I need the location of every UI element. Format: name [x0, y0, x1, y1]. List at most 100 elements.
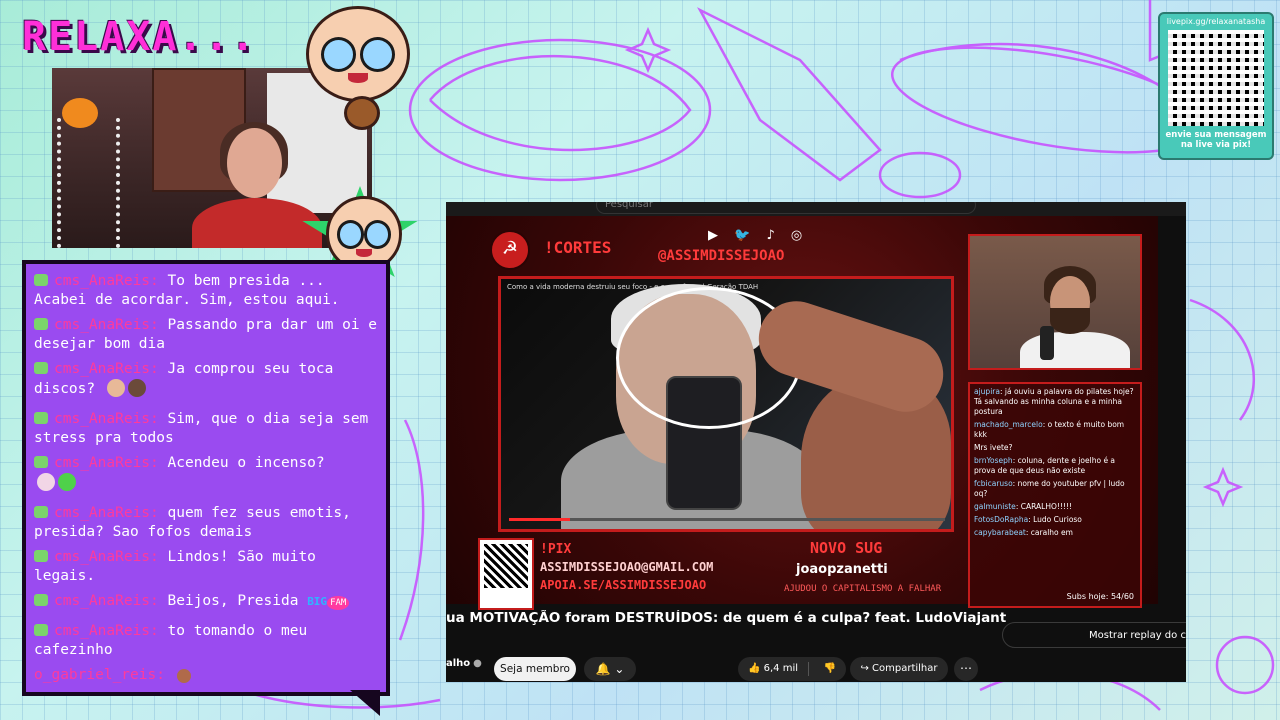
progress-fill	[509, 518, 571, 521]
fam-badge: FAM	[327, 596, 350, 610]
inner-video: Como a vida moderna destruiu seu foco - …	[498, 276, 954, 532]
mascot-bottom-eye-left	[336, 220, 364, 250]
chat-username: cms_AnaReis:	[54, 361, 159, 377]
chat-message: cms_AnaReis: Acendeu o incenso?	[34, 454, 384, 493]
like-count: 6,4 mil	[763, 663, 799, 674]
qr-code-icon	[1168, 30, 1264, 126]
pix-qr-icon	[484, 544, 528, 588]
streamer-shirt	[192, 198, 322, 248]
mascot-eye-right	[360, 36, 396, 72]
chat-text: Beijos, Presida	[167, 593, 299, 609]
mascot-top	[306, 6, 410, 102]
face-emote-icon	[176, 669, 191, 683]
chat-username: cms_AnaReis:	[54, 623, 159, 639]
inner-progress-bar[interactable]	[509, 518, 945, 521]
mini-chat-user: brnYoseph	[974, 456, 1013, 465]
channel-name[interactable]: alho ●	[446, 658, 482, 669]
share-button[interactable]: ↪ Compartilhar	[850, 657, 948, 681]
face-emote-icon	[127, 379, 146, 397]
mini-chat-text: CARALHO!!!!!	[1020, 502, 1072, 511]
show-chat-replay-button[interactable]: Mostrar replay do chat	[1002, 622, 1186, 648]
streamer2-beard	[1050, 308, 1090, 334]
mini-chat-user: capybarabeat	[974, 528, 1026, 537]
microphone	[1040, 326, 1054, 360]
skeleton-decoration	[57, 118, 120, 248]
chat-username: cms_AnaReis:	[54, 317, 159, 333]
chat-username: cms_AnaReis:	[54, 455, 159, 471]
chat-username: cms_AnaReis:	[54, 505, 159, 521]
novo-sug-label: NOVO SUG	[810, 539, 883, 557]
streamer-face	[227, 128, 282, 198]
frog-badge-icon	[34, 412, 48, 424]
frog-badge-icon	[34, 274, 48, 286]
like-button[interactable]: 👍 6,4 mil	[748, 657, 804, 681]
streamer2-webcam	[968, 234, 1142, 370]
mini-chat-line: FotosDoRapha: Ludo Curioso	[974, 515, 1082, 524]
more-options-button[interactable]: ⋯	[954, 657, 978, 681]
dislike-button[interactable]: 👎	[824, 657, 836, 681]
verified-icon: ●	[473, 658, 482, 669]
pix-email: ASSIMDISSEJOAO@GMAIL.COM	[540, 560, 714, 574]
youtube-window: Pesquisar ☭ !CORTES ▶ 🐦 ♪ ◎ @ASSIMDISSEJ…	[446, 202, 1186, 682]
skull-emote-icon	[37, 473, 55, 491]
chat-username: cms_AnaReis:	[54, 411, 159, 427]
novo-sug-credit: AJUDOU O CAPITALISMO A FALHAR	[784, 584, 942, 594]
frog-badge-icon	[34, 456, 48, 468]
frog-badge-icon	[34, 624, 48, 636]
chat-message: o_gabriel_reis:	[34, 666, 384, 685]
streamer	[192, 122, 322, 248]
notification-bell-button[interactable]: 🔔 ⌄	[584, 657, 636, 681]
join-member-button[interactable]: Seja membro	[494, 657, 576, 681]
thumbs-up-icon: 👍	[748, 663, 761, 674]
mini-chat-line: fcbicaruso: nome do youtuber pfv | ludo …	[974, 479, 1125, 498]
video-player[interactable]: ☭ !CORTES ▶ 🐦 ♪ ◎ @ASSIMDISSEJOAO Como a…	[446, 216, 1158, 610]
chat-message: cms_AnaReis: Ja comprou seu toca discos?	[34, 360, 384, 399]
chat-panel: cms_AnaReis: To bem presida ... Acabei d…	[22, 260, 390, 696]
novo-sug-value: joaopzanetti	[796, 562, 888, 577]
mini-chat-user: FotosDoRapha	[974, 515, 1029, 524]
frog-badge-icon	[34, 318, 48, 330]
mini-chat-user: ajupira	[974, 387, 1000, 396]
like-dislike-group: 👍 6,4 mil 👎	[738, 657, 846, 681]
cortes-command: !CORTES	[544, 238, 612, 257]
subs-today: Subs hoje: 54/60	[1066, 592, 1134, 601]
mascot-eye-left	[320, 36, 356, 72]
chat-username: cms_AnaReis:	[54, 593, 159, 609]
pix-qr-code	[478, 538, 534, 610]
mini-chat-user: machado_marcelo	[974, 420, 1043, 429]
frog-badge-icon	[34, 550, 48, 562]
chat-username: cms_AnaReis:	[54, 273, 159, 289]
chat-message: cms_AnaReis: Sim, que o dia seja sem str…	[34, 410, 384, 448]
frog-badge-icon	[34, 594, 48, 606]
face-emote-icon	[106, 379, 125, 397]
mini-chat-text: Mrs ivete?	[974, 443, 1013, 452]
chat-bubble-tail	[350, 690, 380, 716]
social-icons: ▶ 🐦 ♪ ◎	[708, 228, 809, 243]
mini-chat-user: fcbicaruso	[974, 479, 1013, 488]
channel-name-text: alho	[446, 658, 471, 669]
livepix-url: livepix.gg/relaxanatasha	[1166, 17, 1266, 26]
mini-chat-user: galmuniste	[974, 502, 1016, 511]
big-badge: BIG	[307, 595, 328, 608]
pix-apoia: APOIA.SE/ASSIMDISSEJOAO	[540, 578, 707, 592]
livepix-qr-card[interactable]: livepix.gg/relaxanatasha envie sua mensa…	[1158, 12, 1274, 160]
frog-badge-icon	[34, 362, 48, 374]
chat-username: o_gabriel_reis:	[34, 667, 165, 683]
pumpkin-decoration	[62, 98, 98, 128]
chat-text: Acendeu o incenso?	[167, 455, 325, 471]
mascot-hair-bun	[344, 96, 380, 130]
mini-chat-line: Mrs ivete?	[974, 443, 1136, 453]
youtube-search-input[interactable]: Pesquisar	[596, 202, 976, 214]
mascot-bottom-mouth	[356, 249, 372, 257]
frog-badge-icon	[34, 506, 48, 518]
mascot-mouth	[347, 73, 369, 83]
hammer-sickle-logo-icon: ☭	[490, 230, 530, 270]
mini-chat-line: machado_marcelo: o texto é muito bom kkk	[974, 420, 1125, 439]
chat-message: cms_AnaReis: To bem presida ... Acabei d…	[34, 272, 384, 310]
chat-username: cms_AnaReis:	[54, 549, 159, 565]
like-divider	[808, 662, 809, 676]
mini-chat-line: ajupira: já ouviu a palavra do pilates h…	[974, 387, 1134, 416]
livepix-footer: envie sua mensagem na live via pix!	[1165, 130, 1267, 150]
streamer2-shirt	[1020, 332, 1130, 368]
video-title: ua MOTIVAÇÃO foram DESTRUÍDOS: de quem é…	[446, 610, 1006, 626]
